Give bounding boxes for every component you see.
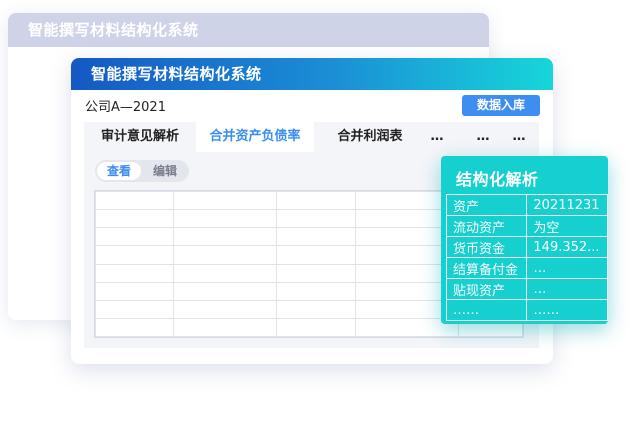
table-row: 贴现资产 … bbox=[445, 278, 608, 300]
table-row: 结算备付金 … bbox=[445, 257, 608, 279]
background-window-title: 智能撰写材料结构化系统 bbox=[8, 13, 489, 47]
analysis-card-title: 结构化解析 bbox=[456, 170, 539, 189]
table-row: 资产 20211231 bbox=[445, 194, 608, 216]
analysis-key: 结算备付金 bbox=[445, 257, 528, 279]
tab-audit-opinion[interactable]: 审计意见解析 bbox=[84, 122, 196, 152]
analysis-key: 资产 bbox=[445, 194, 528, 216]
analysis-key: 流动资产 bbox=[445, 215, 528, 237]
table-row: …… …… bbox=[445, 299, 608, 321]
analysis-value: 149.352... bbox=[526, 236, 608, 258]
import-data-button[interactable]: 数据入库 bbox=[462, 95, 540, 116]
analysis-key: 货币资金 bbox=[445, 236, 528, 258]
table-row: 流动资产 为空 bbox=[445, 215, 608, 237]
analysis-value: 为空 bbox=[526, 215, 608, 237]
company-label: 公司A—2021 bbox=[85, 100, 166, 115]
analysis-key: 贴现资产 bbox=[445, 278, 528, 300]
analysis-value: … bbox=[526, 257, 608, 279]
analysis-key: …… bbox=[445, 299, 528, 321]
analysis-table: 资产 20211231 流动资产 为空 货币资金 149.352... 结算备付… bbox=[445, 194, 608, 321]
tab-consolidated-income[interactable]: 合并利润表 bbox=[322, 122, 418, 152]
tab-more-1[interactable]: … bbox=[422, 122, 452, 152]
view-mode-button[interactable]: 查看 bbox=[97, 162, 141, 180]
view-edit-toggle: 查看 编辑 bbox=[95, 160, 189, 182]
analysis-value: …… bbox=[526, 299, 608, 321]
analysis-value: … bbox=[526, 278, 608, 300]
tab-more-2[interactable]: … bbox=[468, 122, 498, 152]
company-row: 公司A—2021 数据入库 bbox=[71, 94, 553, 118]
main-window-title: 智能撰写材料结构化系统 bbox=[71, 58, 553, 90]
analysis-value: 20211231 bbox=[526, 194, 608, 216]
tab-more-3[interactable]: … bbox=[504, 122, 534, 152]
edit-mode-button[interactable]: 编辑 bbox=[143, 162, 187, 180]
tab-bar: 审计意见解析 合并资产负债率 合并利润表 … … … bbox=[84, 122, 539, 152]
structured-analysis-card: 结构化解析 资产 20211231 流动资产 为空 货币资金 149.352..… bbox=[441, 156, 608, 324]
tab-consolidated-balance[interactable]: 合并资产负债率 bbox=[196, 122, 314, 152]
table-row: 货币资金 149.352... bbox=[445, 236, 608, 258]
